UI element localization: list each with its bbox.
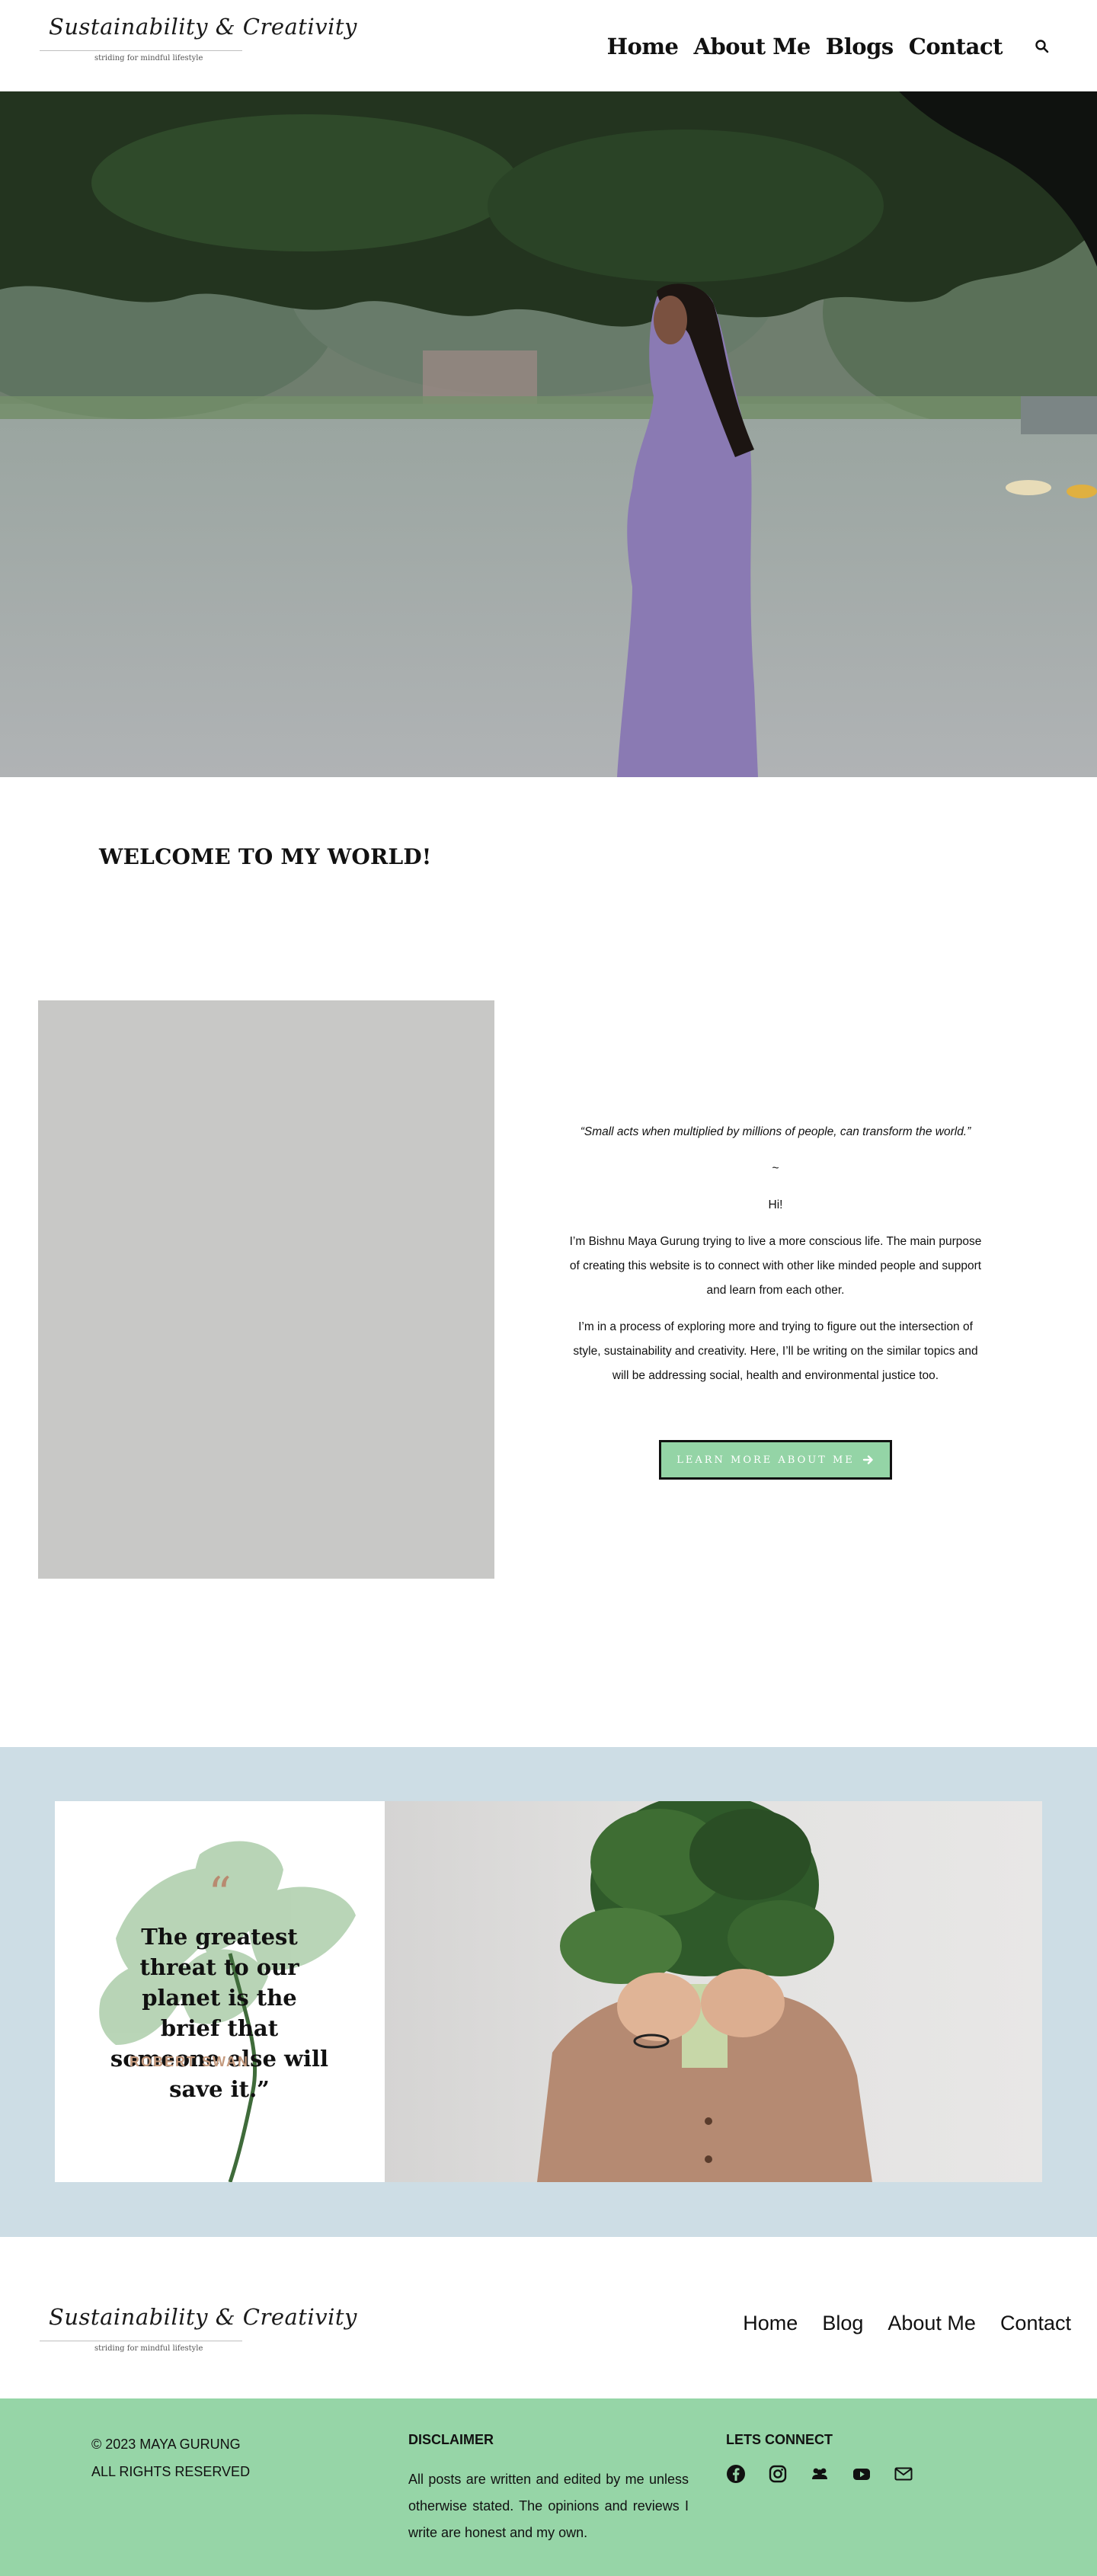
main-nav: Home About Me Blogs Contact (592, 34, 1051, 59)
site-header: Sustainability & Creativity striding for… (0, 0, 1097, 91)
arrow-right-icon (862, 1455, 873, 1464)
about-quote: “Small acts when multiplied by millions … (580, 1125, 971, 1138)
about-paragraph-1: I’m Bishnu Maya Gurung trying to live a … (569, 1235, 982, 1297)
about-tilde: ~ (772, 1162, 779, 1175)
quote-mark: “ (208, 1867, 232, 1921)
logo-divider (40, 50, 242, 51)
quote-author: ROBERT SWAN (130, 2054, 249, 2069)
connect-heading: LETS CONNECT (726, 2432, 833, 2447)
disclaimer-heading: DISCLAIMER (408, 2432, 494, 2447)
rights-text: ALL RIGHTS RESERVED (91, 2464, 251, 2479)
footer-nav-about-me[interactable]: About Me (888, 2312, 976, 2335)
logo-script-text: Sustainability & Creativity (49, 14, 357, 40)
quote-text: The greatest threat to our planet is the… (110, 1924, 329, 2102)
footer-nav-home[interactable]: Home (743, 2312, 798, 2335)
welcome-heading: WELCOME TO MY WORLD! (99, 844, 432, 869)
footer-logo-tagline: striding for mindful lifestyle (94, 2344, 203, 2353)
instagram-icon[interactable] (768, 2464, 788, 2484)
footer-nav: Home Blog About Me Contact (718, 2312, 1071, 2335)
footer-nav-contact[interactable]: Contact (1000, 2312, 1071, 2335)
logo-tagline: striding for mindful lifestyle (94, 54, 203, 62)
hero-image (0, 91, 1097, 777)
learn-more-button[interactable]: LEARN MORE ABOUT ME (659, 1440, 892, 1480)
nav-about-me[interactable]: About Me (694, 34, 811, 59)
footer-nav-blog[interactable]: Blog (822, 2312, 863, 2335)
learn-more-label: LEARN MORE ABOUT ME (676, 1454, 855, 1466)
youtube-icon[interactable] (852, 2464, 872, 2484)
nav-blogs[interactable]: Blogs (826, 34, 894, 59)
copyright-text: © 2023 MAYA GURUNG (91, 2437, 241, 2452)
facebook-icon[interactable] (726, 2464, 746, 2484)
email-icon[interactable] (894, 2464, 913, 2484)
search-icon[interactable] (1033, 37, 1051, 56)
social-links (726, 2464, 935, 2484)
hero-illustration (0, 91, 1097, 777)
greens-photo (385, 1801, 1042, 2182)
footer-logo-script-text: Sustainability & Creativity (49, 2304, 357, 2330)
copyright-block: © 2023 MAYA GURUNG ALL RIGHTS RESERVED (91, 2430, 250, 2485)
person-with-greens-illustration (537, 1801, 872, 2182)
site-logo[interactable]: Sustainability & Creativity striding for… (40, 11, 357, 72)
about-text-column: “Small acts when multiplied by millions … (564, 1120, 987, 1400)
nav-contact[interactable]: Contact (909, 34, 1003, 59)
footer-logo[interactable]: Sustainability & Creativity striding for… (40, 2301, 357, 2362)
group-icon[interactable] (810, 2464, 830, 2484)
disclaimer-text: All posts are written and edited by me u… (408, 2472, 689, 2540)
about-greeting: Hi! (768, 1198, 783, 1211)
nav-home[interactable]: Home (607, 34, 679, 59)
about-paragraph-2: I’m in a process of exploring more and t… (573, 1320, 978, 1382)
about-image-placeholder (38, 1000, 494, 1579)
